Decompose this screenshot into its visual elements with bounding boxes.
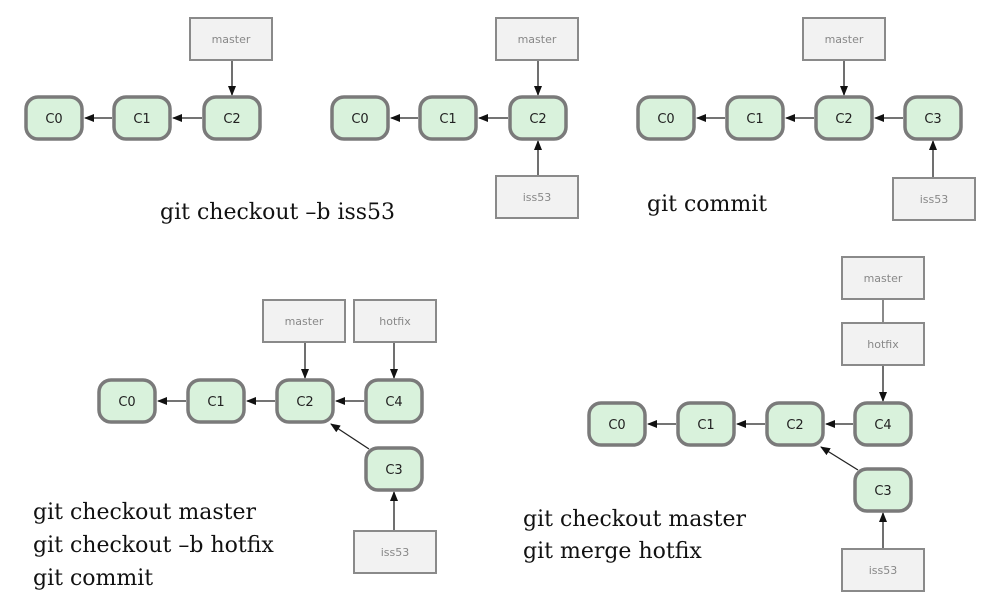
branch-ref-hotfix: hotfix [841, 322, 925, 366]
commit-label: C2 [223, 112, 240, 127]
commit-label: C0 [608, 418, 625, 433]
commit-label: C1 [207, 395, 224, 410]
commit-node-c2: C2 [275, 378, 335, 424]
caption-panel-2: git checkout –b iss53 [160, 196, 395, 229]
caption-line: git checkout master [33, 500, 257, 525]
branch-ref-iss53: iss53 [841, 548, 925, 592]
commit-label: C1 [697, 418, 714, 433]
caption-line: git merge hotfix [523, 539, 702, 564]
commit-node-c3: C3 [853, 467, 913, 513]
commit-node-c3: C3 [903, 95, 963, 141]
commit-label: C3 [874, 484, 891, 499]
commit-node-c0: C0 [330, 95, 390, 141]
branch-ref-master: master [495, 17, 579, 61]
branch-label: master [518, 33, 557, 46]
commit-label: C0 [45, 112, 62, 127]
commit-node-c0: C0 [24, 95, 84, 141]
commit-node-c1: C1 [418, 95, 478, 141]
commit-node-c4: C4 [364, 378, 424, 424]
caption-panel-4: git checkout master git checkout –b hotf… [33, 496, 274, 595]
commit-label: C2 [296, 395, 313, 410]
commit-label: C3 [924, 112, 941, 127]
branch-label: iss53 [869, 564, 898, 577]
commit-node-c1: C1 [186, 378, 246, 424]
git-branching-diagram: C0 C1 C2 master C0 C1 C2 master iss53 C0 C1 C2 C3 mas… [0, 0, 1000, 612]
caption-line: git commit [647, 192, 768, 217]
commit-node-c1: C1 [725, 95, 785, 141]
commit-label: C1 [133, 112, 150, 127]
panel-1: C0 C1 C2 master [24, 17, 273, 141]
commit-label: C2 [786, 418, 803, 433]
branch-label: master [285, 315, 324, 328]
branch-label: master [864, 272, 903, 285]
commit-node-c2: C2 [814, 95, 874, 141]
parent-arrow [820, 446, 859, 471]
commit-label: C0 [657, 112, 674, 127]
commit-node-c1: C1 [112, 95, 172, 141]
commit-node-c2: C2 [202, 95, 262, 141]
branch-ref-master: master [189, 17, 273, 61]
branch-ref-hotfix: hotfix [353, 299, 437, 343]
branch-ref-master: master [802, 17, 886, 61]
caption-line: git checkout –b hotfix [33, 533, 274, 558]
commit-label: C3 [385, 463, 402, 478]
commit-node-c2: C2 [765, 401, 825, 447]
branch-label: hotfix [379, 315, 411, 328]
caption-panel-5: git checkout master git merge hotfix [523, 504, 746, 568]
commit-node-c1: C1 [676, 401, 736, 447]
commit-label: C4 [874, 418, 891, 433]
branch-ref-iss53: iss53 [495, 175, 579, 219]
commit-node-c2: C2 [508, 95, 568, 141]
commit-label: C1 [439, 112, 456, 127]
commit-node-c0: C0 [636, 95, 696, 141]
commit-label: C0 [118, 395, 135, 410]
panel-2: C0 C1 C2 master iss53 [330, 17, 579, 219]
caption-line: git commit [33, 566, 154, 591]
branch-label: master [212, 33, 251, 46]
commit-node-c0: C0 [97, 378, 157, 424]
branch-label: iss53 [381, 546, 410, 559]
branch-ref-master: master [841, 256, 925, 300]
branch-ref-iss53: iss53 [892, 177, 976, 221]
branch-ref-master: master [262, 299, 346, 343]
caption-line: git checkout master [523, 507, 747, 532]
branch-label: iss53 [920, 193, 949, 206]
commit-label: C2 [529, 112, 546, 127]
commit-label: C2 [835, 112, 852, 127]
commit-label: C4 [385, 395, 402, 410]
commit-node-c0: C0 [587, 401, 647, 447]
commit-node-c4: C4 [853, 401, 913, 447]
caption-line: git checkout –b iss53 [160, 200, 396, 225]
branch-label: hotfix [867, 338, 899, 351]
commit-node-c3: C3 [364, 446, 424, 492]
parent-arrow [330, 423, 370, 450]
caption-panel-3: git commit [647, 188, 767, 221]
branch-label: iss53 [523, 191, 552, 204]
branch-ref-iss53: iss53 [353, 530, 437, 574]
commit-label: C1 [746, 112, 763, 127]
branch-label: master [825, 33, 864, 46]
commit-label: C0 [351, 112, 368, 127]
